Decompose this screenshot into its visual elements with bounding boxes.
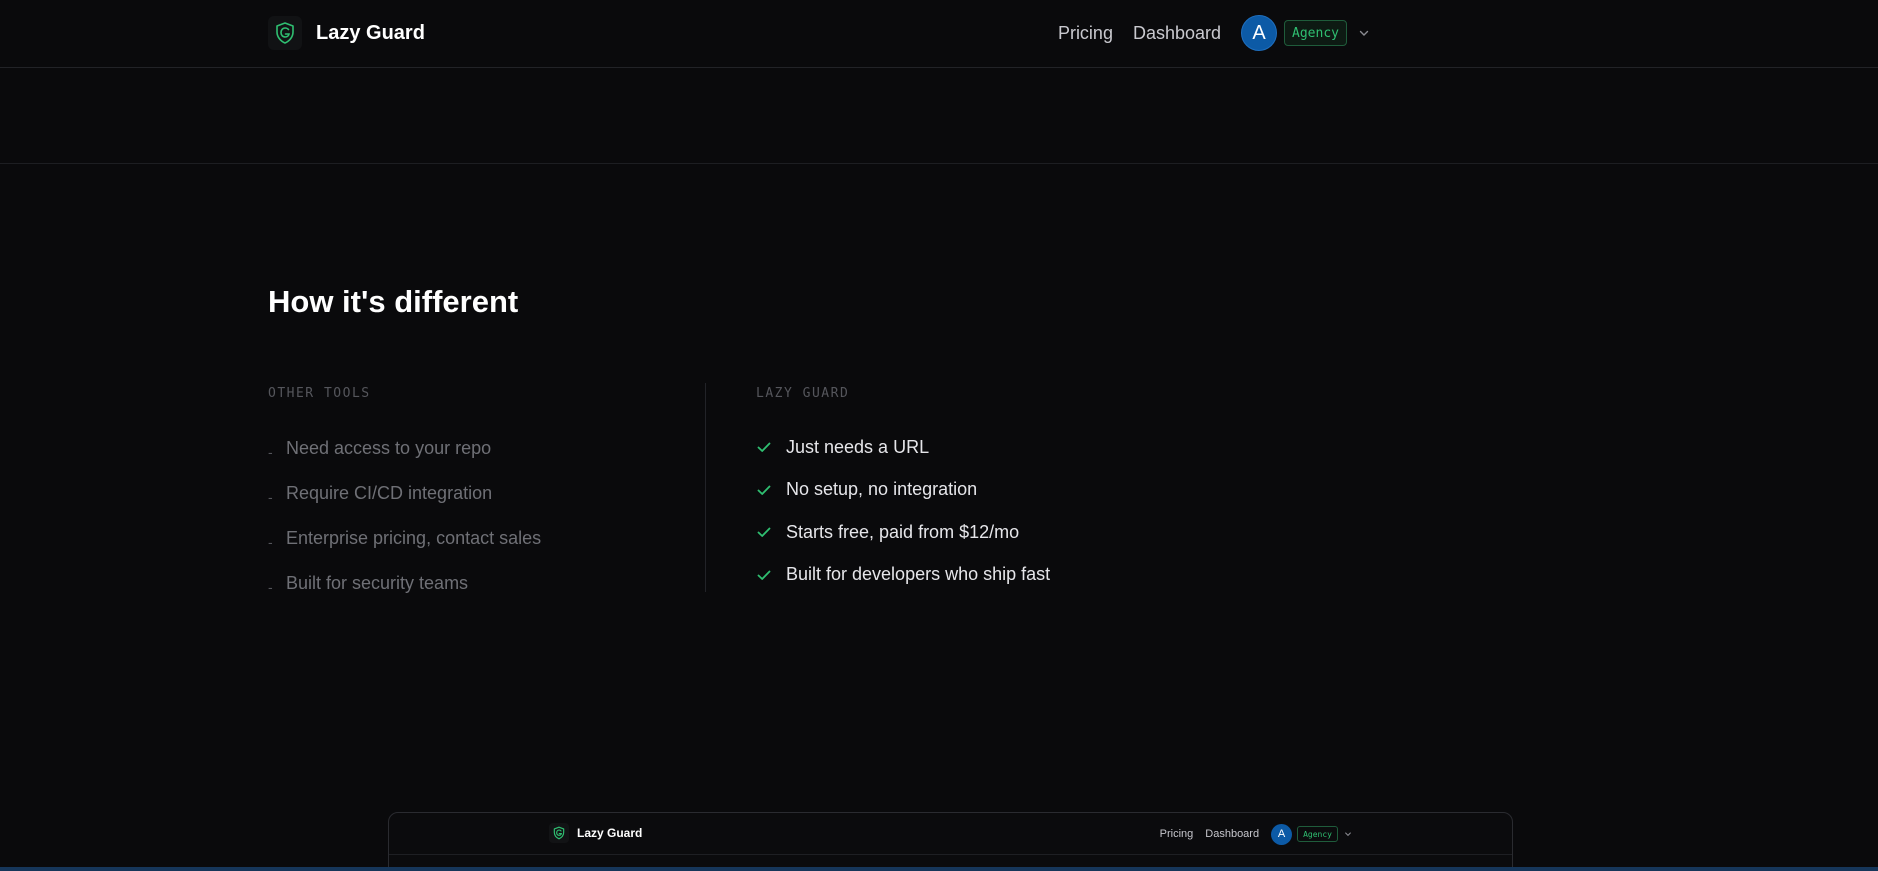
page: Lazy Guard Pricing Dashboard A Agency Ho… bbox=[0, 0, 1878, 871]
list-item-text: Require CI/CD integration bbox=[286, 483, 493, 503]
product-preview: Lazy Guard Pricing Dashboard A Agency bbox=[388, 812, 1513, 871]
lazy-guard-list: Just needs a URL No setup, no integratio… bbox=[756, 426, 1050, 596]
dash-bullet: - bbox=[268, 578, 273, 595]
preview-avatar: A bbox=[1271, 823, 1293, 845]
other-tools-list: - Need access to your repo - Require CI/… bbox=[268, 426, 541, 606]
list-item: Starts free, paid from $12/mo bbox=[756, 511, 1050, 554]
list-item-text: No setup, no integration bbox=[786, 479, 978, 500]
preview-brand: Lazy Guard bbox=[549, 823, 642, 843]
preview-brand-name: Lazy Guard bbox=[577, 826, 643, 840]
check-icon bbox=[756, 482, 786, 498]
dash-bullet: - bbox=[268, 488, 273, 505]
dash-bullet: - bbox=[268, 533, 273, 550]
list-item: - Enterprise pricing, contact sales bbox=[268, 516, 541, 561]
avatar[interactable]: A bbox=[1241, 15, 1278, 51]
brand-name: Lazy Guard bbox=[316, 21, 425, 44]
list-item: No setup, no integration bbox=[756, 469, 1050, 512]
preview-link-pricing: Pricing bbox=[1159, 828, 1194, 840]
list-item-text: Enterprise pricing, contact sales bbox=[286, 528, 542, 548]
preview-plan-badge: Agency bbox=[1297, 826, 1338, 842]
nav-links: Pricing Dashboard A Agency bbox=[1058, 15, 1371, 51]
nav-link-dashboard[interactable]: Dashboard bbox=[1133, 23, 1221, 44]
brand-link[interactable]: Lazy Guard bbox=[268, 16, 425, 50]
column-divider bbox=[705, 383, 706, 592]
check-icon bbox=[756, 567, 786, 583]
list-item: - Built for security teams bbox=[268, 561, 541, 606]
viewport-bottom-edge bbox=[0, 867, 1878, 871]
list-item-text: Just needs a URL bbox=[786, 436, 930, 457]
preview-navigation: Lazy Guard Pricing Dashboard A Agency bbox=[389, 813, 1512, 855]
section-title: How it's different bbox=[268, 284, 519, 319]
check-icon bbox=[756, 524, 786, 540]
shield-g-icon bbox=[268, 16, 302, 50]
list-item-text: Built for security teams bbox=[286, 573, 469, 593]
hero-band bbox=[0, 68, 1878, 164]
chevron-down-icon bbox=[1344, 825, 1352, 843]
preview-nav-links: Pricing Dashboard A Agency bbox=[1160, 823, 1352, 845]
list-item: - Need access to your repo bbox=[268, 426, 541, 471]
list-item-text: Built for developers who ship fast bbox=[786, 564, 1051, 585]
list-item: - Require CI/CD integration bbox=[268, 471, 541, 516]
list-item: Just needs a URL bbox=[756, 426, 1050, 469]
list-item-text: Need access to your repo bbox=[286, 438, 492, 458]
chevron-down-icon[interactable] bbox=[1357, 26, 1371, 40]
other-tools-heading: OTHER TOOLS bbox=[268, 386, 371, 401]
list-item-text: Starts free, paid from $12/mo bbox=[786, 521, 1020, 542]
nav-link-pricing[interactable]: Pricing bbox=[1058, 23, 1113, 44]
check-icon bbox=[756, 439, 786, 455]
top-navigation: Lazy Guard Pricing Dashboard A Agency bbox=[0, 0, 1878, 68]
preview-link-dashboard: Dashboard bbox=[1205, 828, 1260, 840]
list-item: Built for developers who ship fast bbox=[756, 554, 1050, 597]
lazy-guard-heading: LAZY GUARD bbox=[756, 386, 850, 401]
dash-bullet: - bbox=[268, 443, 273, 460]
shield-g-icon bbox=[549, 823, 569, 843]
plan-badge: Agency bbox=[1284, 20, 1347, 46]
